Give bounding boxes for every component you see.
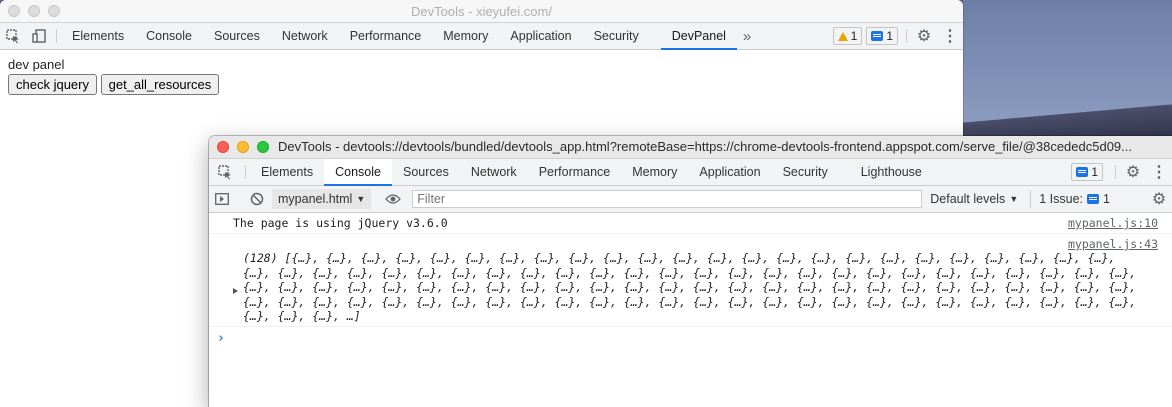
device-toolbar-icon[interactable] [26, 23, 52, 49]
prompt-chevron-icon: › [217, 330, 225, 346]
tab-sources[interactable]: Sources [203, 23, 271, 49]
more-options-icon[interactable]: ⋮ [937, 23, 963, 49]
tab-network[interactable]: Network [271, 23, 339, 49]
console-output: The page is using jQuery v3.6.0 mypanel.… [209, 213, 1172, 346]
more-options-icon[interactable]: ⋮ [1146, 159, 1172, 185]
traffic-lights [217, 141, 269, 153]
window-title: DevTools - devtools://devtools/bundled/d… [278, 139, 1132, 154]
tab-application[interactable]: Application [499, 23, 582, 49]
tab-memory[interactable]: Memory [432, 23, 499, 49]
window-titlebar[interactable]: DevTools - devtools://devtools/bundled/d… [209, 136, 1172, 159]
console-filter-input[interactable]: Filter [412, 190, 923, 208]
close-window-button[interactable] [217, 141, 229, 153]
tab-elements[interactable]: Elements [250, 159, 324, 185]
message-icon [1076, 167, 1089, 177]
show-sidebar-icon[interactable] [209, 193, 235, 205]
tab-performance[interactable]: Performance [528, 159, 622, 185]
devtools-tabbar: Elements Console Sources Network Perform… [209, 159, 1172, 186]
console-prompt[interactable]: › [209, 327, 1172, 346]
console-message: mypanel.js:43 (128) [{…}, {…}, {…}, {…},… [209, 234, 1172, 327]
console-array-preview[interactable]: (128) [{…}, {…}, {…}, {…}, {…}, {…}, {…}… [233, 251, 1172, 324]
minimize-window-button[interactable] [237, 141, 249, 153]
inspect-element-icon[interactable] [209, 159, 241, 185]
console-message: The page is using jQuery v3.6.0 mypanel.… [209, 213, 1172, 234]
tab-devpanel[interactable]: DevPanel [660, 23, 738, 50]
toolbar-divider [1115, 165, 1116, 179]
console-message-text: The page is using jQuery v3.6.0 [233, 216, 448, 230]
devtools-window-front: DevTools - devtools://devtools/bundled/d… [209, 136, 1172, 407]
messages-badge[interactable]: 1 [866, 27, 898, 45]
messages-count: 1 [1091, 165, 1098, 179]
issue-icon [1087, 194, 1100, 204]
window-title: DevTools - xieyufei.com/ [411, 3, 552, 19]
devtools-tabbar: Elements Console Sources Network Perform… [0, 23, 963, 50]
tab-console[interactable]: Console [324, 159, 392, 186]
filter-placeholder: Filter [417, 192, 446, 206]
get-all-resources-button[interactable]: get_all_resources [100, 74, 220, 95]
toolbar-divider [56, 29, 57, 43]
tab-performance[interactable]: Performance [339, 23, 433, 49]
tab-security[interactable]: Security [772, 159, 850, 185]
panel-label: dev panel [8, 57, 65, 72]
messages-count: 1 [886, 29, 893, 43]
console-source-link[interactable]: mypanel.js:43 [1068, 237, 1158, 251]
messages-badge[interactable]: 1 [1071, 163, 1103, 181]
tab-memory[interactable]: Memory [621, 159, 688, 185]
issues-count: 1 [1103, 192, 1110, 206]
issues-counter[interactable]: 1 Issue: 1 [1030, 190, 1110, 208]
issues-label: 1 Issue: [1039, 192, 1084, 206]
dropdown-arrow-icon: ▼ [356, 194, 366, 204]
close-window-button[interactable] [8, 5, 20, 17]
warnings-count: 1 [850, 29, 858, 43]
expand-array-icon[interactable] [233, 288, 238, 294]
inspect-element-icon[interactable] [0, 23, 26, 49]
settings-gear-icon[interactable]: ⚙ [1120, 159, 1146, 185]
zoom-window-button[interactable] [257, 141, 269, 153]
tab-application[interactable]: Application [688, 159, 771, 185]
console-toolbar: mypanel.html ▼ Filter Default levels ▼ 1… [209, 186, 1172, 213]
dropdown-arrow-icon: ▼ [1009, 194, 1019, 204]
context-label: mypanel.html [278, 192, 353, 206]
more-tabs-button[interactable]: » [737, 23, 757, 49]
console-source-link[interactable]: mypanel.js:10 [1068, 216, 1158, 230]
live-expression-eye-icon[interactable] [380, 193, 406, 205]
log-levels-dropdown[interactable]: Default levels ▼ [930, 192, 1018, 206]
check-jquery-button[interactable]: check jquery [8, 74, 97, 95]
traffic-lights [8, 5, 60, 17]
warning-icon [837, 31, 848, 41]
tab-lighthouse[interactable]: Lighthouse [850, 159, 933, 185]
tab-console[interactable]: Console [135, 23, 203, 49]
tab-network[interactable]: Network [460, 159, 528, 185]
tab-elements[interactable]: Elements [61, 23, 135, 49]
settings-gear-icon[interactable]: ⚙ [911, 23, 937, 49]
toolbar-divider [245, 165, 246, 179]
window-titlebar[interactable]: DevTools - xieyufei.com/ [0, 0, 963, 23]
minimize-window-button[interactable] [28, 5, 40, 17]
warnings-badge[interactable]: 1 [832, 27, 863, 45]
message-icon [871, 31, 884, 41]
context-selector[interactable]: mypanel.html ▼ [272, 189, 372, 209]
tab-security[interactable]: Security [583, 23, 661, 49]
tab-sources[interactable]: Sources [392, 159, 460, 185]
toolbar-divider [906, 29, 907, 43]
zoom-window-button[interactable] [48, 5, 60, 17]
devpanel-content: dev panel check jquery get_all_resources [0, 50, 963, 103]
log-levels-label: Default levels [930, 192, 1006, 206]
clear-console-icon[interactable] [244, 192, 270, 206]
console-settings-gear-icon[interactable]: ⚙ [1146, 189, 1172, 209]
